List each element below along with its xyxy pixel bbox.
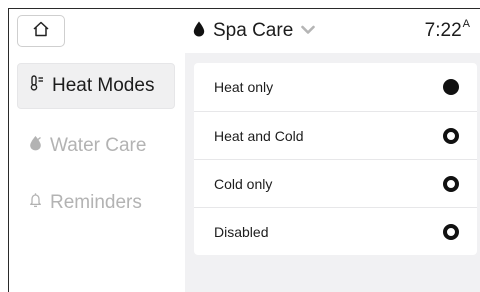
header-title-dropdown[interactable]: Spa Care	[193, 9, 316, 53]
radio-unselected-icon[interactable]	[443, 175, 459, 192]
sidebar-item-heat-modes[interactable]: Heat Modes	[17, 63, 175, 109]
option-label: Disabled	[214, 223, 269, 240]
home-icon	[32, 21, 50, 42]
bell-icon	[29, 192, 42, 214]
sidebar: Heat Modes Water Care Reminders	[9, 53, 185, 292]
option-label: Heat and Cold	[214, 127, 304, 144]
radio-unselected-icon[interactable]	[443, 223, 459, 240]
heat-mode-options: Heat only Heat and Cold Cold only Disabl…	[194, 63, 477, 255]
option-heat-and-cold[interactable]: Heat and Cold	[194, 111, 477, 159]
sidebar-item-label: Reminders	[50, 192, 142, 213]
page-title: Spa Care	[213, 20, 294, 41]
water-drop-icon	[29, 135, 42, 157]
top-bar: Spa Care 7:22 A	[9, 9, 480, 53]
clock: 7:22 A	[425, 9, 470, 53]
home-button[interactable]	[17, 15, 65, 47]
chevron-down-icon	[301, 22, 316, 40]
main-content: Heat only Heat and Cold Cold only Disabl…	[185, 53, 480, 292]
sidebar-item-label: Water Care	[50, 135, 147, 156]
option-cold-only[interactable]: Cold only	[194, 159, 477, 207]
app-frame: Spa Care 7:22 A Heat Modes Water Care Re…	[8, 8, 480, 292]
option-label: Cold only	[214, 175, 273, 192]
radio-selected-icon[interactable]	[443, 79, 459, 95]
sidebar-item-label: Heat Modes	[52, 75, 155, 96]
clock-time: 7:22	[424, 20, 462, 41]
clock-suffix: A	[462, 18, 470, 30]
sidebar-item-reminders[interactable]: Reminders	[17, 180, 175, 226]
thermometer-icon	[30, 75, 44, 97]
radio-unselected-icon[interactable]	[443, 127, 459, 144]
droplet-icon	[193, 21, 205, 42]
option-heat-only[interactable]: Heat only	[194, 63, 477, 111]
option-label: Heat only	[214, 79, 274, 95]
option-disabled[interactable]: Disabled	[194, 207, 477, 255]
sidebar-item-water-care[interactable]: Water Care	[17, 123, 175, 169]
